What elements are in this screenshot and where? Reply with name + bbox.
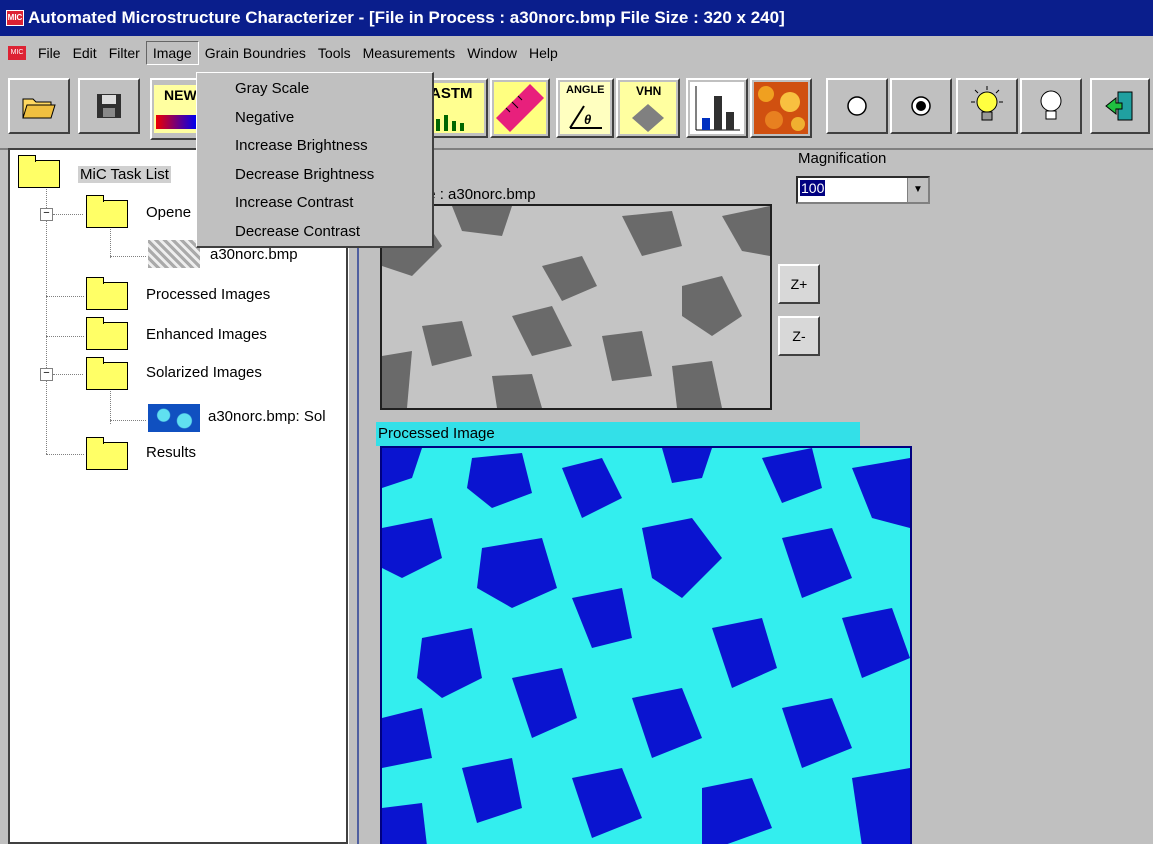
document-icon[interactable]: MIC [8,46,26,60]
menu-item-negative[interactable]: Negative [197,104,432,133]
menu-item-decrease-contrast[interactable]: Decrease Contrast [197,218,432,247]
tree-processed-label[interactable]: Processed Images [146,286,270,303]
menu-window[interactable]: Window [461,42,523,64]
panel-splitter[interactable] [348,148,359,844]
magnification-select[interactable]: 100 ▼ [796,176,930,204]
app-icon: MIC [6,10,24,26]
menu-filter[interactable]: Filter [103,42,146,64]
zoom-in-button[interactable]: Z+ [778,264,820,304]
tree-results-label[interactable]: Results [146,444,196,461]
svg-text:θ: θ [584,112,591,127]
solarize-button[interactable] [750,78,812,138]
folder-icon [86,437,128,470]
original-image [380,204,772,410]
exit-door-icon [1105,91,1133,121]
image-menu-dropdown: Gray Scale Negative Increase Brightness … [196,72,434,248]
white-circle-button[interactable] [826,78,888,134]
collapse-icon[interactable]: − [40,368,53,381]
folder-icon [86,357,128,390]
new-label: NEW [164,87,197,103]
chevron-down-icon[interactable]: ▼ [907,178,928,202]
solarize-texture-icon [754,82,808,134]
new-image-icon: NEW [154,85,198,133]
lightbulb-on-icon [971,86,1003,121]
zoom-out-button[interactable]: Z- [778,316,820,356]
tree-solarized-file[interactable]: a30norc.bmp: Sol [208,408,326,425]
tree-solarized-label[interactable]: Solarized Images [146,364,262,381]
filled-circle-icon [911,96,931,116]
folder-icon [86,277,128,310]
light-on-button[interactable] [956,78,1018,134]
save-button[interactable] [78,78,140,134]
angle-label: ANGLE [566,84,605,96]
exit-button[interactable] [1090,78,1150,134]
solarized-thumbnail [148,404,200,432]
angle-button[interactable]: ANGLE θ [556,78,614,138]
menu-item-decrease-brightness[interactable]: Decrease Brightness [197,161,432,190]
tree-root-label[interactable]: MiC Task List [78,166,171,183]
black-circle-button[interactable] [890,78,952,134]
folder-icon [18,155,60,188]
processed-image [380,446,912,844]
window-title: Automated Microstructure Characterizer -… [28,8,785,27]
menu-file[interactable]: File [32,42,67,64]
vhn-icon: VHN [620,82,676,134]
ruler-measure-button[interactable] [490,78,550,138]
angle-icon: ANGLE θ [560,82,610,134]
menu-grain-boundries[interactable]: Grain Boundries [199,42,312,64]
lightbulb-off-icon [1040,90,1062,120]
ruler-icon [494,82,546,134]
menu-item-increase-contrast[interactable]: Increase Contrast [197,189,432,218]
folder-icon [86,317,128,350]
tree-enhanced-label[interactable]: Enhanced Images [146,326,267,343]
menu-help[interactable]: Help [523,42,564,64]
collapse-icon[interactable]: − [40,208,53,221]
toolbar: NEW ASTM ANGLE θ VHN [0,70,1153,150]
light-off-button[interactable] [1020,78,1082,134]
menu-tools[interactable]: Tools [312,42,357,64]
task-tree[interactable]: MiC Task List − Opene a30norc.bmp Proces… [8,148,348,844]
histogram-icon [690,82,744,134]
empty-circle-icon [847,96,867,116]
menu-measurements[interactable]: Measurements [357,42,462,64]
open-folder-icon [22,98,56,119]
vhn-button[interactable]: VHN [616,78,680,138]
magnification-value: 100 [800,180,826,196]
folder-icon [86,195,128,228]
menu-edit[interactable]: Edit [67,42,103,64]
astm-label: ASTM [430,85,473,102]
floppy-disk-icon [97,94,121,118]
title-bar: MIC Automated Microstructure Characteriz… [0,0,1153,36]
menu-bar: MIC File Edit Filter Image Grain Boundri… [0,38,1153,68]
menu-item-increase-brightness[interactable]: Increase Brightness [197,132,432,161]
processed-image-label: Processed Image [376,422,860,446]
histogram-button[interactable] [686,78,748,138]
menu-item-gray-scale[interactable]: Gray Scale [197,75,432,104]
menu-image[interactable]: Image [145,41,199,65]
open-folder-button[interactable] [8,78,70,134]
magnification-label: Magnification [798,150,887,167]
tree-opened-label[interactable]: Opene [146,204,191,221]
new-image-button[interactable]: NEW [150,78,202,140]
vhn-label: VHN [636,84,662,98]
grayscale-thumbnail [148,240,200,268]
tree-opened-file[interactable]: a30norc.bmp [210,246,298,263]
